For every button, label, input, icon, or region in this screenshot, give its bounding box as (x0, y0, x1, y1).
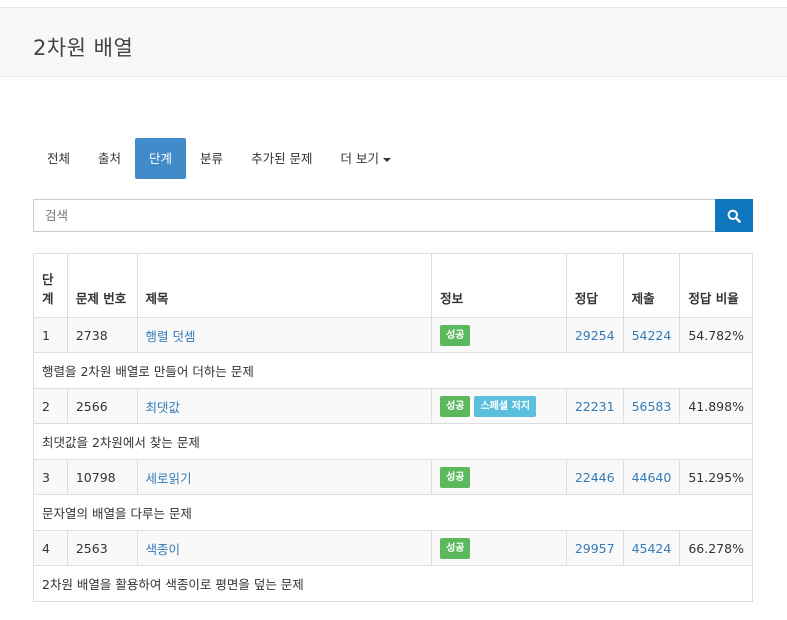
header-accepted: 정답 (565, 253, 624, 318)
cell-number: 2563 (66, 530, 138, 566)
success-badge: 성공 (440, 466, 471, 488)
cell-title: 최댓값 (136, 388, 433, 424)
submission-count-link[interactable]: 56583 (632, 399, 672, 414)
cell-submissions: 54224 (622, 317, 681, 353)
cell-level: 1 (33, 317, 68, 353)
problem-title-link[interactable]: 색종이 (146, 542, 181, 557)
description-row: 문자열의 배열을 다루는 문제 (33, 494, 753, 531)
success-badge: 성공 (440, 324, 471, 346)
tab-added-problems[interactable]: 추가된 문제 (237, 138, 326, 179)
tab-label: 전체 (47, 151, 71, 166)
table-header-row: 단계 문제 번호 제목 정보 정답 제출 정답 비율 (33, 253, 753, 318)
tab-all[interactable]: 전체 (33, 138, 84, 179)
header-level: 단계 (33, 253, 68, 318)
cell-ratio: 41.898% (679, 388, 753, 424)
tab-label: 분류 (200, 151, 224, 166)
success-badge: 성공 (440, 395, 471, 417)
header-number: 문제 번호 (66, 253, 138, 318)
tab-label: 추가된 문제 (251, 151, 313, 166)
cell-number: 2738 (66, 317, 138, 353)
cell-accepted: 29254 (565, 317, 624, 353)
cell-submissions: 44640 (622, 459, 681, 495)
accepted-count-link[interactable]: 29254 (575, 328, 615, 343)
header-info: 정보 (431, 253, 567, 318)
cell-info: 성공 (431, 530, 567, 566)
problem-title-link[interactable]: 최댓값 (146, 400, 181, 415)
search-button[interactable] (715, 199, 753, 232)
cell-title: 행렬 덧셈 (136, 317, 433, 353)
search-icon (727, 209, 741, 223)
cell-ratio: 66.278% (679, 530, 753, 566)
submission-count-link[interactable]: 44640 (632, 470, 672, 485)
tab-category[interactable]: 분류 (186, 138, 237, 179)
accepted-count-link[interactable]: 22446 (575, 470, 615, 485)
submission-count-link[interactable]: 45424 (632, 541, 672, 556)
cell-level: 2 (33, 388, 68, 424)
cell-info: 성공 (431, 459, 567, 495)
search-bar (33, 199, 753, 232)
submission-count-link[interactable]: 54224 (632, 328, 672, 343)
cell-ratio: 51.295% (679, 459, 753, 495)
table-row: 1 2738 행렬 덧셈 성공 29254 54224 54.782% (33, 317, 753, 353)
cell-accepted: 22231 (565, 388, 624, 424)
problem-description: 문자열의 배열을 다루는 문제 (33, 494, 753, 531)
page-title: 2차원 배열 (33, 36, 134, 60)
accepted-count-link[interactable]: 29957 (575, 541, 615, 556)
tab-more-dropdown[interactable]: 더 보기 (327, 138, 405, 179)
cell-info: 성공 스페셜 저지 (431, 388, 567, 424)
cell-info: 성공 (431, 317, 567, 353)
header-title: 제목 (136, 253, 433, 318)
success-badge: 성공 (440, 537, 471, 559)
tab-source[interactable]: 출처 (84, 138, 135, 179)
tab-label: 단계 (149, 151, 173, 166)
description-row: 2차원 배열을 활용하여 색종이로 평면을 덮는 문제 (33, 565, 753, 602)
problem-title-link[interactable]: 행렬 덧셈 (146, 329, 196, 344)
table-row: 2 2566 최댓값 성공 스페셜 저지 22231 56583 41.898% (33, 388, 753, 424)
cell-submissions: 56583 (622, 388, 681, 424)
table-row: 3 10798 세로읽기 성공 22446 44640 51.295% (33, 459, 753, 495)
search-input[interactable] (33, 199, 715, 232)
cell-accepted: 29957 (565, 530, 624, 566)
problem-description: 2차원 배열을 활용하여 색종이로 평면을 덮는 문제 (33, 565, 753, 602)
cell-number: 10798 (66, 459, 138, 495)
cell-level: 3 (33, 459, 68, 495)
tab-bar: 전체 출처 단계 분류 추가된 문제 더 보기 (33, 138, 405, 179)
header-ratio: 정답 비율 (679, 253, 753, 318)
page-header: 2차원 배열 (0, 8, 787, 77)
problem-table: 단계 문제 번호 제목 정보 정답 제출 정답 비율 1 2738 행렬 덧셈 … (33, 253, 753, 602)
tab-level[interactable]: 단계 (135, 138, 187, 179)
problem-description: 최댓값을 2차원에서 찾는 문제 (33, 423, 753, 460)
description-row: 행렬을 2차원 배열로 만들어 더하는 문제 (33, 352, 753, 389)
problem-title-link[interactable]: 세로읽기 (146, 471, 192, 486)
description-row: 최댓값을 2차원에서 찾는 문제 (33, 423, 753, 460)
cell-number: 2566 (66, 388, 138, 424)
header-submissions: 제출 (622, 253, 681, 318)
special-judge-badge: 스페셜 저지 (474, 395, 536, 417)
cell-submissions: 45424 (622, 530, 681, 566)
tab-label: 출처 (98, 151, 122, 166)
top-bar (0, 0, 787, 8)
cell-title: 세로읽기 (136, 459, 433, 495)
caret-down-icon (383, 157, 392, 162)
accepted-count-link[interactable]: 22231 (575, 399, 615, 414)
cell-level: 4 (33, 530, 68, 566)
problem-description: 행렬을 2차원 배열로 만들어 더하는 문제 (33, 352, 753, 389)
table-row: 4 2563 색종이 성공 29957 45424 66.278% (33, 530, 753, 566)
cell-ratio: 54.782% (679, 317, 753, 353)
cell-accepted: 22446 (565, 459, 624, 495)
cell-title: 색종이 (136, 530, 433, 566)
tab-label: 더 보기 (340, 151, 380, 166)
